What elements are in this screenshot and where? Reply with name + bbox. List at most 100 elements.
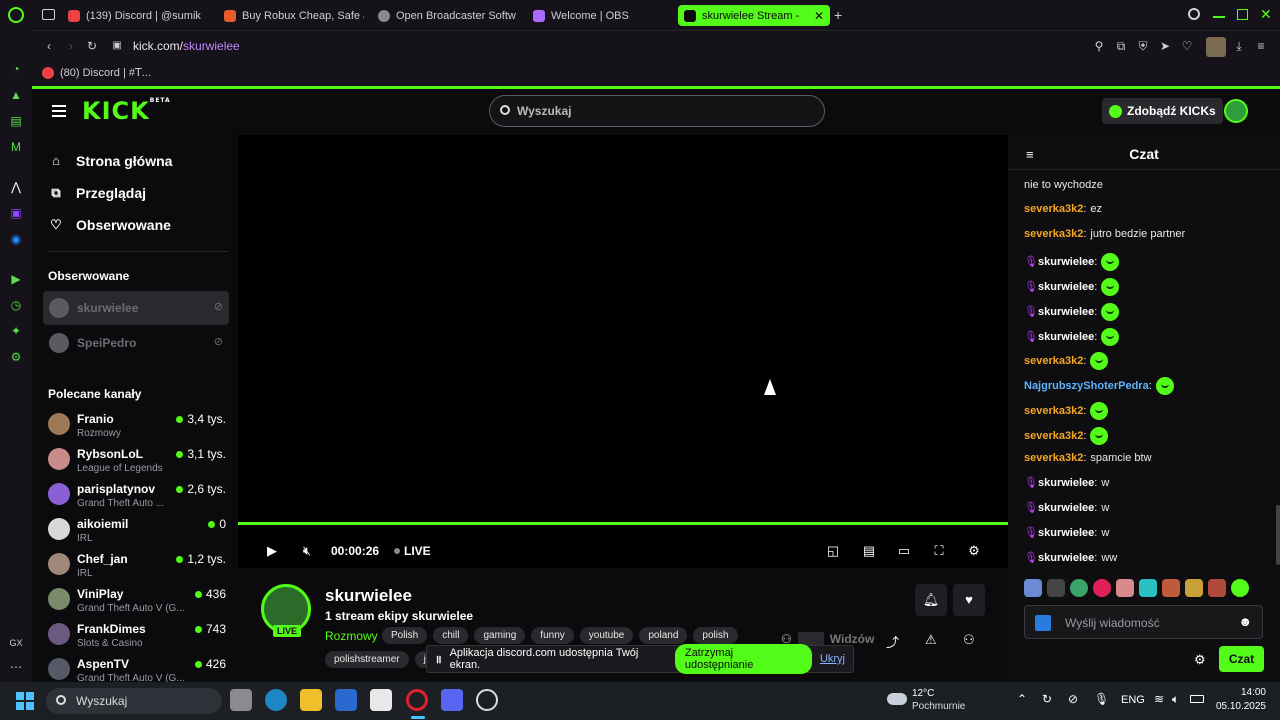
- messenger-icon[interactable]: ◉: [9, 232, 23, 246]
- tag[interactable]: Polish: [382, 627, 428, 644]
- chat-username[interactable]: skurwielee: [1038, 552, 1094, 564]
- chat-username[interactable]: NajgrubszyShoterPedra: [1024, 380, 1149, 392]
- url-field[interactable]: kick.com/skurwielee: [133, 39, 240, 53]
- tray-app-icon[interactable]: ↻: [1042, 692, 1052, 706]
- chat-input[interactable]: Wyślij wiadomość ☻: [1024, 605, 1263, 639]
- chat-username[interactable]: skurwielee: [1038, 306, 1094, 318]
- notes-icon[interactable]: [370, 689, 392, 711]
- tab-kick-stream[interactable]: skurwielee Stream - ✕: [678, 5, 830, 26]
- pin-icon[interactable]: ⚲: [1092, 39, 1106, 53]
- tab-robux[interactable]: Buy Robux Cheap, Safe &: [224, 5, 364, 26]
- player-settings-icon[interactable]: ⚙: [966, 543, 982, 559]
- nav-home[interactable]: ⌂ Strona główna: [48, 153, 172, 169]
- streamer-name[interactable]: skurwielee: [325, 586, 412, 606]
- chat-username[interactable]: severka3k2: [1024, 430, 1083, 442]
- nav-following[interactable]: ♡ Obserwowane: [48, 217, 171, 233]
- emote-icon[interactable]: [1024, 579, 1042, 597]
- emote-icon[interactable]: [1185, 579, 1203, 597]
- tray-mic-icon[interactable]: 🎙︎: [1094, 692, 1109, 706]
- taskbar-search[interactable]: Wyszukaj: [46, 688, 222, 714]
- recommended-channel[interactable]: Franio Rozmowy 3,4 tys.: [48, 410, 226, 442]
- tag[interactable]: funny: [531, 627, 574, 644]
- emote-icon[interactable]: [1116, 579, 1134, 597]
- add-user-icon[interactable]: ⚇: [963, 632, 975, 648]
- tag[interactable]: gaming: [474, 627, 526, 644]
- emote-icon[interactable]: [1231, 579, 1249, 597]
- share-icon[interactable]: ⤴: [886, 632, 899, 651]
- tag[interactable]: poland: [639, 627, 688, 644]
- mute-icon[interactable]: 🔇︎: [299, 543, 315, 559]
- recommended-channel[interactable]: aikoiemil IRL 0: [48, 515, 226, 547]
- file-explorer-icon[interactable]: [300, 689, 322, 711]
- emote-icon[interactable]: [1139, 579, 1157, 597]
- follow-heart-button[interactable]: ♥: [953, 584, 985, 616]
- chat-username[interactable]: skurwielee: [1038, 502, 1094, 514]
- forward-icon[interactable]: ›: [64, 39, 78, 53]
- new-tab-button[interactable]: +: [834, 7, 842, 23]
- vpn-shield-icon[interactable]: ⛨: [1136, 39, 1150, 53]
- edge-icon[interactable]: [265, 689, 287, 711]
- recommended-channel[interactable]: Chef_jan IRL 1,2 tys.: [48, 550, 226, 582]
- tab-obs[interactable]: Open Broadcaster Softw: [378, 5, 518, 26]
- tab-discord[interactable]: (139) Discord | @sumik: [68, 5, 208, 26]
- video-player[interactable]: [238, 135, 1008, 568]
- nav-browse[interactable]: ⧉ Przeglądaj: [48, 185, 146, 201]
- tab-welcome-obs[interactable]: Welcome | OBS: [533, 5, 673, 26]
- get-kicks-button[interactable]: Zdobądź KICKs: [1102, 98, 1223, 124]
- speed-dial-icon[interactable]: ◔: [9, 62, 23, 76]
- send-icon[interactable]: ➤: [1158, 39, 1172, 53]
- chat-username[interactable]: skurwielee: [1038, 256, 1094, 268]
- volume-icon[interactable]: 🔈︎: [1172, 692, 1179, 707]
- user-avatar[interactable]: [1224, 99, 1248, 123]
- hamburger-menu-icon[interactable]: [52, 105, 66, 117]
- emote-icon[interactable]: [1047, 579, 1065, 597]
- emoji-icon[interactable]: ☻: [1238, 614, 1252, 629]
- snapshot-icon[interactable]: ⧉: [1114, 39, 1128, 53]
- start-icon[interactable]: [16, 692, 34, 710]
- hide-banner-link[interactable]: Ukryj: [820, 653, 845, 665]
- followed-channel-speipedro[interactable]: SpeiPedro ⊘: [43, 326, 229, 360]
- profile-avatar[interactable]: [1206, 37, 1226, 57]
- bookmark-discord[interactable]: (80) Discord | #ꓔ...: [42, 66, 151, 79]
- discord-taskbar-icon[interactable]: [441, 689, 463, 711]
- clip-icon[interactable]: ▤: [861, 543, 877, 559]
- emote-icon[interactable]: [1093, 579, 1111, 597]
- history-icon[interactable]: ◷: [9, 298, 23, 312]
- recommended-channel[interactable]: RybsonLoL League of Legends 3,1 tys.: [48, 445, 226, 477]
- chat-scrollbar[interactable]: [1276, 505, 1280, 565]
- clock-time[interactable]: 14:00: [1220, 687, 1266, 698]
- recommended-channel[interactable]: ViniPlay Grand Theft Auto V (G... 436: [48, 585, 226, 617]
- recommended-channel[interactable]: parisplatynov Grand Theft Auto ... 2,6 t…: [48, 480, 226, 512]
- emote-icon[interactable]: [1070, 579, 1088, 597]
- menu-icon[interactable]: ≡: [1254, 39, 1268, 53]
- chat-username[interactable]: severka3k2: [1024, 228, 1083, 240]
- stream-category[interactable]: Rozmowy: [325, 629, 378, 643]
- obs-taskbar-icon[interactable]: [476, 689, 498, 711]
- bookmark-heart-icon[interactable]: ♡: [1180, 39, 1194, 53]
- search-tabs-icon[interactable]: [1188, 8, 1200, 20]
- recommended-channel[interactable]: FrankDimes Slots & Casino 743: [48, 620, 226, 652]
- settings-icon[interactable]: ⚙: [9, 350, 23, 364]
- followed-channel-skurwielee[interactable]: skurwielee ⊘: [43, 291, 229, 325]
- tag[interactable]: youtube: [579, 627, 634, 644]
- tracker-icon[interactable]: ▤: [9, 114, 23, 128]
- restore-icon[interactable]: [1237, 9, 1248, 20]
- recommended-channel[interactable]: AspenTV Grand Theft Auto V (G... 426: [48, 655, 226, 682]
- mini-player-icon[interactable]: ◱: [825, 543, 841, 559]
- minimize-icon[interactable]: [1213, 16, 1225, 18]
- clock-date[interactable]: 05.10.2025: [1212, 701, 1266, 712]
- chat-username[interactable]: severka3k2: [1024, 452, 1083, 464]
- chat-username[interactable]: skurwielee: [1038, 331, 1094, 343]
- store-icon[interactable]: [335, 689, 357, 711]
- opera-gx-logo-icon[interactable]: [8, 7, 24, 23]
- tray-chevron-icon[interactable]: ⌃: [1017, 692, 1027, 706]
- search-box[interactable]: Wyszukaj: [489, 95, 825, 127]
- tag[interactable]: chill: [433, 627, 469, 644]
- emote-icon[interactable]: [1162, 579, 1180, 597]
- chat-username[interactable]: skurwielee: [1038, 281, 1094, 293]
- theater-mode-icon[interactable]: ▭: [896, 543, 912, 559]
- chat-username[interactable]: severka3k2: [1024, 355, 1083, 367]
- tag[interactable]: polish: [693, 627, 738, 644]
- close-tab-icon[interactable]: ✕: [814, 9, 824, 23]
- task-view-icon[interactable]: [230, 689, 252, 711]
